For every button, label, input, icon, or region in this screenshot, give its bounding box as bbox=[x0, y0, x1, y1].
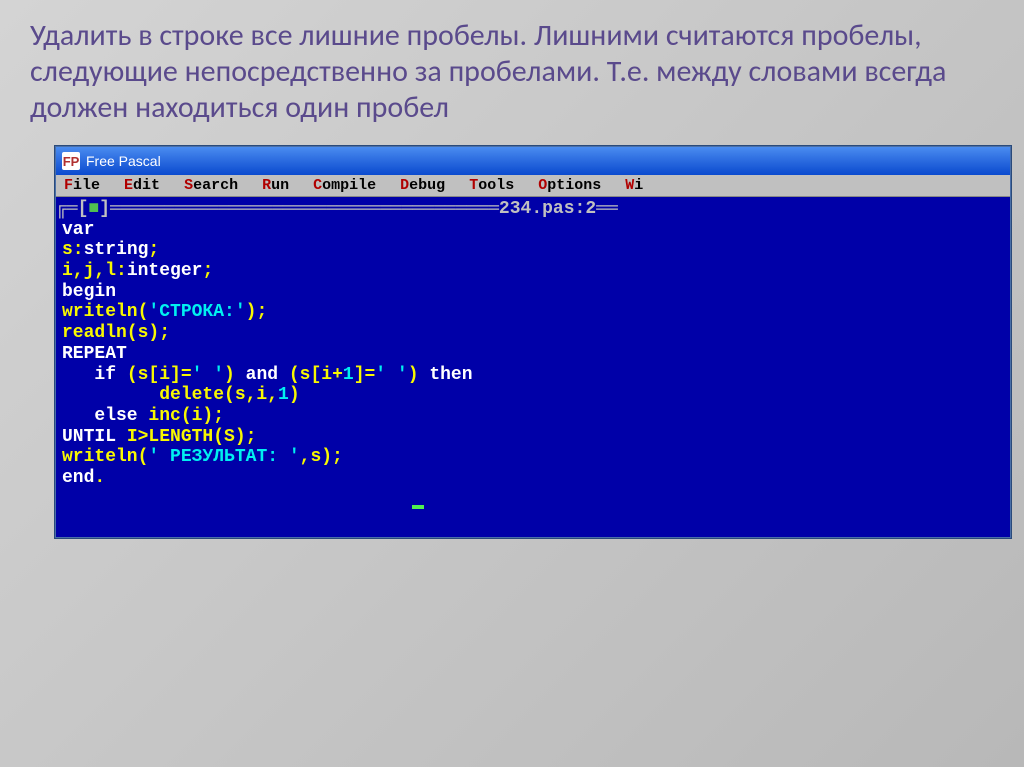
code-l9: delete(s,i, bbox=[62, 385, 278, 405]
code-l13: end bbox=[62, 468, 94, 488]
menu-debug[interactable]: Debug bbox=[400, 177, 445, 194]
editor-area[interactable]: ╔═[■]═══════════════════════════════════… bbox=[56, 197, 1010, 537]
code-l6: readln(s); bbox=[62, 323, 170, 343]
menu-search[interactable]: Search bbox=[184, 177, 238, 194]
code-l5: writeln( bbox=[62, 302, 148, 322]
code-l8: if bbox=[62, 365, 116, 385]
menu-tools[interactable]: Tools bbox=[469, 177, 514, 194]
app-icon: FP bbox=[62, 152, 80, 170]
menu-file[interactable]: File bbox=[64, 177, 100, 194]
code-l11: UNTIL bbox=[62, 427, 116, 447]
menu-run[interactable]: Run bbox=[262, 177, 289, 194]
code-l7: REPEAT bbox=[62, 344, 127, 364]
menubar: File Edit Search Run Compile Debug Tools… bbox=[56, 175, 1010, 197]
menu-compile[interactable]: Compile bbox=[313, 177, 376, 194]
code-l10: else bbox=[62, 406, 138, 426]
slide-heading: Удалить в строке все лишние пробелы. Лиш… bbox=[0, 0, 1024, 136]
code-l1: var bbox=[62, 220, 94, 240]
code-l12: writeln( bbox=[62, 447, 148, 467]
code-l2a: s: bbox=[62, 240, 84, 260]
menu-edit[interactable]: Edit bbox=[124, 177, 160, 194]
cursor-icon bbox=[412, 505, 424, 509]
ide-window: FP Free Pascal File Edit Search Run Comp… bbox=[55, 146, 1011, 538]
window-title: Free Pascal bbox=[86, 153, 161, 169]
code-l3: i,j,l: bbox=[62, 261, 127, 281]
menu-options[interactable]: Options bbox=[538, 177, 601, 194]
code-l4: begin bbox=[62, 282, 116, 302]
menu-wi[interactable]: Wi bbox=[625, 177, 643, 194]
editor-frame-top: ╔═[■]═══════════════════════════════════… bbox=[56, 199, 1010, 220]
titlebar[interactable]: FP Free Pascal bbox=[56, 147, 1010, 175]
editor-tab-label: 234.pas:2 bbox=[499, 199, 596, 220]
